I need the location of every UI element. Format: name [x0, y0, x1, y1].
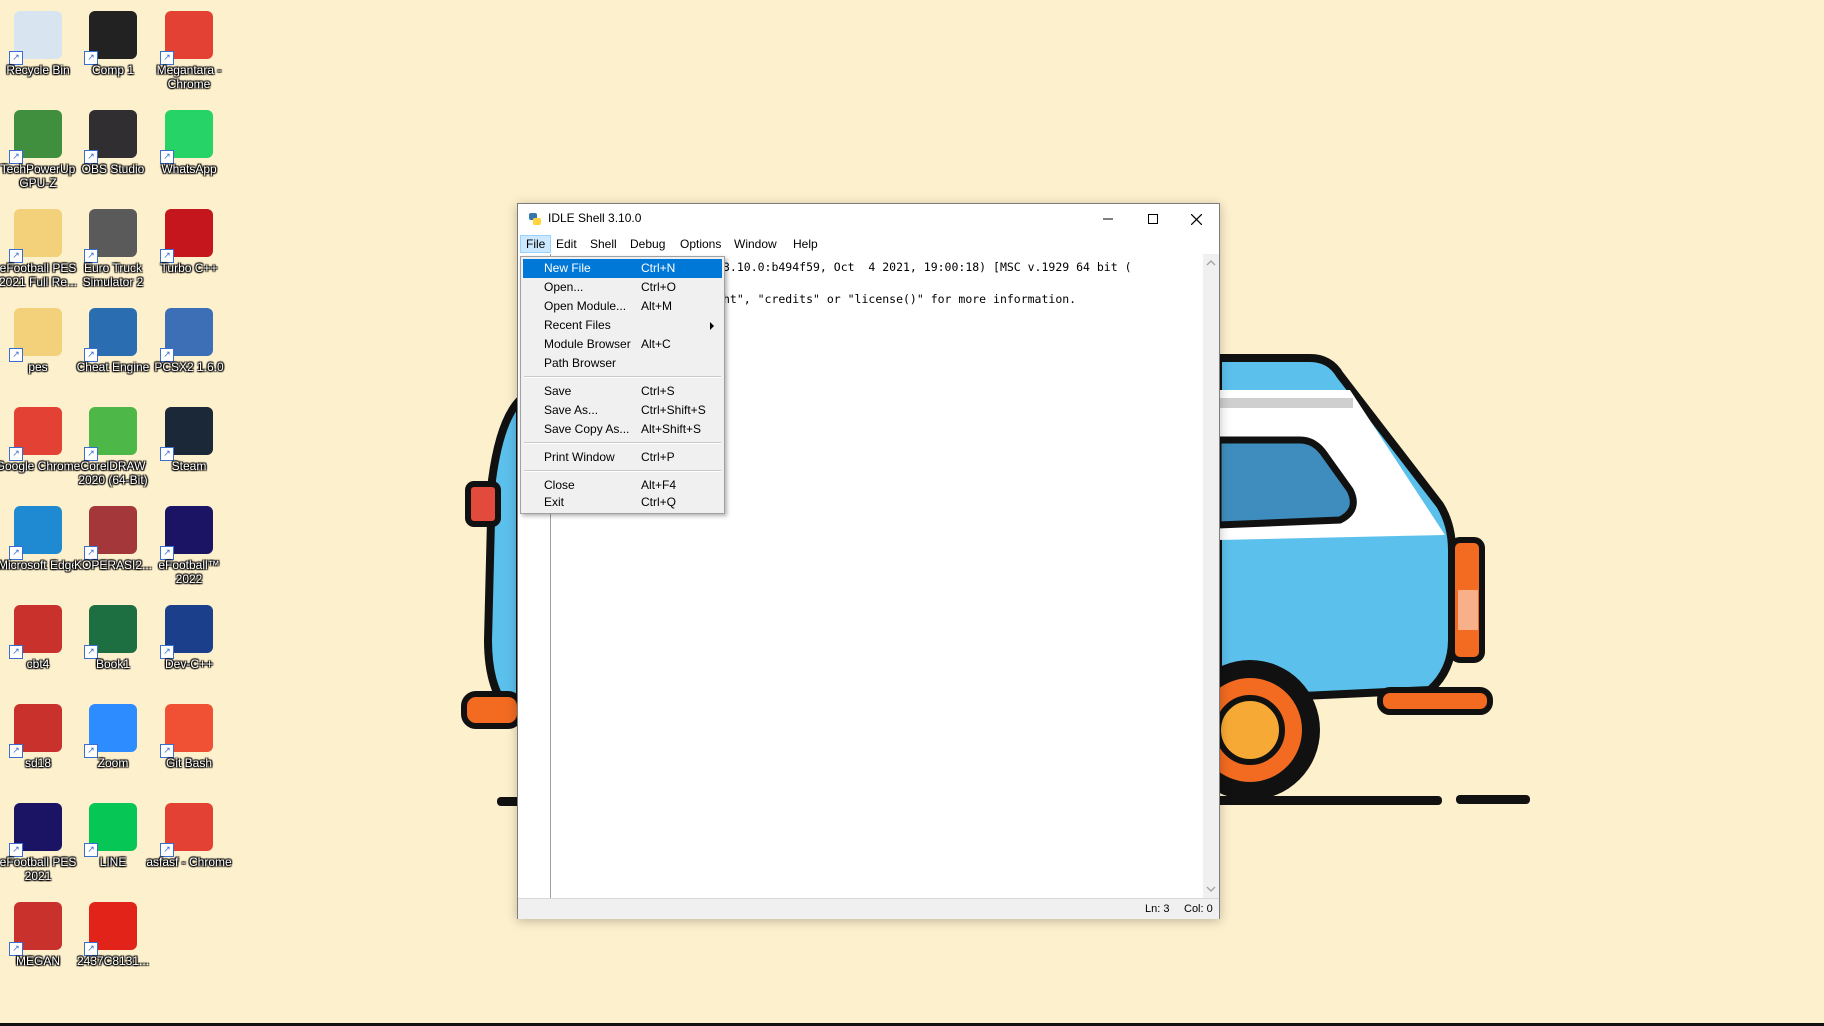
- desktop-icon[interactable]: ↗ eFootball PES 2021: [0, 797, 81, 893]
- desktop-icon[interactable]: ↗ sd18: [0, 698, 81, 794]
- desktop-icon[interactable]: ↗ Microsoft Edge: [0, 500, 81, 596]
- desktop-icon[interactable]: ↗ TechPowerUp GPU-Z: [0, 104, 81, 200]
- desktop-icon-label: pes: [28, 360, 48, 374]
- desktop-icon-label: WhatsApp: [161, 162, 217, 176]
- desktop-icon-label: eFootball PES 2021: [0, 855, 77, 883]
- desktop-icon-label: Megantara - Chrome: [156, 63, 222, 91]
- menu-item-path-browser[interactable]: Path Browser: [523, 354, 722, 373]
- desktop-icon[interactable]: ↗ PCSX2 1.6.0: [146, 302, 232, 398]
- desktop-icon[interactable]: ↗ Steam: [146, 401, 232, 497]
- desktop-icon-label: Book1: [95, 657, 131, 671]
- desktop-icon[interactable]: ↗ Megantara - Chrome: [146, 5, 232, 101]
- menu-separator: [524, 376, 721, 378]
- menu-item-open-module[interactable]: Open Module... Alt+M: [523, 297, 722, 316]
- close-icon: [1191, 213, 1202, 225]
- window-title: IDLE Shell 3.10.0: [548, 211, 642, 225]
- desktop-icon-label: Git Bash: [165, 756, 213, 770]
- desktop-icon[interactable]: ↗ MEGAN: [0, 896, 81, 992]
- desktop-icon-label: Zoom: [97, 756, 129, 770]
- minimize-button[interactable]: [1085, 204, 1130, 234]
- vertical-scrollbar[interactable]: [1203, 254, 1219, 898]
- desktop-icon-label: eFootball PES 2021 Full Re...: [0, 261, 78, 289]
- desktop-icon[interactable]: ↗ CorelDRAW 2020 (64-Bit): [70, 401, 156, 497]
- desktop-icon-label: eFootball™ 2022: [158, 558, 220, 586]
- title-bar[interactable]: IDLE Shell 3.10.0: [518, 204, 1219, 234]
- status-column: Col: 0: [1184, 903, 1213, 915]
- desktop-icon[interactable]: ↗ Git Bash: [146, 698, 232, 794]
- menu-edit[interactable]: Edit: [551, 235, 582, 253]
- desktop-icon-label: PCSX2 1.6.0: [154, 360, 224, 374]
- desktop-icon[interactable]: ↗ KOPERASI2...: [70, 500, 156, 596]
- desktop-icon-label: KOPERASI2...: [73, 558, 153, 572]
- desktop-icon-label: Google Chrome: [0, 459, 81, 473]
- status-line: Ln: 3: [1145, 903, 1170, 915]
- desktop-icon-label: Dev-C++: [164, 657, 214, 671]
- desktop-icon[interactable]: ↗ pes: [0, 302, 81, 398]
- menu-item-recent-files[interactable]: Recent Files: [523, 316, 722, 335]
- desktop-icon-label: Euro Truck Simulator 2: [82, 261, 144, 289]
- menu-item-exit[interactable]: Exit Ctrl+Q: [523, 493, 722, 512]
- desktop-icon-label: asfasf - Chrome: [146, 855, 232, 869]
- desktop-icon[interactable]: ↗ Turbo C++: [146, 203, 232, 299]
- scroll-down-icon: [1206, 886, 1216, 892]
- desktop-icon[interactable]: ↗ Cheat Engine: [70, 302, 156, 398]
- desktop-icon[interactable]: ↗ Google Chrome: [0, 401, 81, 497]
- submenu-arrow-icon: [710, 322, 714, 330]
- menu-separator: [524, 442, 721, 444]
- menu-item-open[interactable]: Open... Ctrl+O: [523, 278, 722, 297]
- minimize-icon: [1102, 218, 1113, 220]
- desktop-icon[interactable]: ↗ asfasf - Chrome: [146, 797, 232, 893]
- desktop-icon-label: Microsoft Edge: [0, 558, 79, 572]
- desktop-icon-label: Comp 1: [91, 63, 135, 77]
- desktop-icon-label: Steam: [171, 459, 207, 473]
- desktop-icon-label: TechPowerUp GPU-Z: [0, 162, 76, 190]
- menu-file[interactable]: File: [520, 235, 552, 253]
- menu-help[interactable]: Help: [788, 235, 823, 253]
- menu-item-print-window[interactable]: Print Window Ctrl+P: [523, 448, 722, 467]
- status-bar: Ln: 3 Col: 0: [518, 898, 1219, 919]
- maximize-button[interactable]: [1130, 204, 1175, 234]
- desktop-icon-label: MEGAN: [15, 954, 60, 968]
- desktop-icon-label: sd18: [24, 756, 52, 770]
- desktop-icon-label: Recycle Bin: [6, 63, 70, 77]
- menu-debug[interactable]: Debug: [625, 235, 670, 253]
- desktop-icon[interactable]: ↗ Comp 1: [70, 5, 156, 101]
- menu-shell[interactable]: Shell: [585, 235, 622, 253]
- desktop-icon[interactable]: ↗ Euro Truck Simulator 2: [70, 203, 156, 299]
- menu-separator: [524, 470, 721, 472]
- desktop-icon[interactable]: ↗ LINE: [70, 797, 156, 893]
- shell-output-line: ht", "credits" or "license()" for more i…: [723, 292, 1077, 306]
- desktop-icon-label: CorelDRAW 2020 (64-Bit): [78, 459, 148, 487]
- close-button[interactable]: [1174, 204, 1219, 234]
- desktop-icon-label: LINE: [99, 855, 127, 869]
- menu-item-save-as[interactable]: Save As... Ctrl+Shift+S: [523, 401, 722, 420]
- desktop-icon-label: OBS Studio: [81, 162, 145, 176]
- python-icon: [529, 213, 541, 225]
- scroll-up-icon: [1206, 260, 1216, 266]
- desktop-icon[interactable]: ↗ cbt4: [0, 599, 81, 695]
- desktop-icon[interactable]: ↗ OBS Studio: [70, 104, 156, 200]
- menu-window[interactable]: Window: [729, 235, 782, 253]
- menu-bar: File Edit Shell Debug Options Window Hel…: [518, 234, 1219, 254]
- desktop-icon-label: Cheat Engine: [76, 360, 150, 374]
- desktop-icon-label: Turbo C++: [160, 261, 218, 275]
- desktop-icon[interactable]: ↗ WhatsApp: [146, 104, 232, 200]
- file-menu-dropdown: New File Ctrl+N Open... Ctrl+O Open Module…: [520, 256, 725, 514]
- menu-item-module-browser[interactable]: Module Browser Alt+C: [523, 335, 722, 354]
- desktop-icon[interactable]: ↗ eFootball PES 2021 Full Re...: [0, 203, 81, 299]
- desktop-icon[interactable]: ↗ Book1: [70, 599, 156, 695]
- menu-options[interactable]: Options: [675, 235, 726, 253]
- maximize-icon: [1147, 214, 1158, 224]
- desktop-icon[interactable]: ↗ eFootball™ 2022: [146, 500, 232, 596]
- menu-item-save[interactable]: Save Ctrl+S: [523, 382, 722, 401]
- shell-output-line: 3.10.0:b494f59, Oct 4 2021, 19:00:18) [M…: [723, 260, 1132, 274]
- desktop-icon-label: 2437C8131...: [76, 954, 150, 968]
- desktop-icon[interactable]: ↗ Dev-C++: [146, 599, 232, 695]
- desktop-icon-label: cbt4: [26, 657, 50, 671]
- menu-item-new-file[interactable]: New File Ctrl+N: [523, 259, 722, 278]
- desktop-icon[interactable]: ↗ Zoom: [70, 698, 156, 794]
- desktop-icon[interactable]: ↗ Recycle Bin: [0, 5, 81, 101]
- desktop-icon[interactable]: ↗ 2437C8131...: [70, 896, 156, 992]
- menu-item-save-copy-as[interactable]: Save Copy As... Alt+Shift+S: [523, 420, 722, 439]
